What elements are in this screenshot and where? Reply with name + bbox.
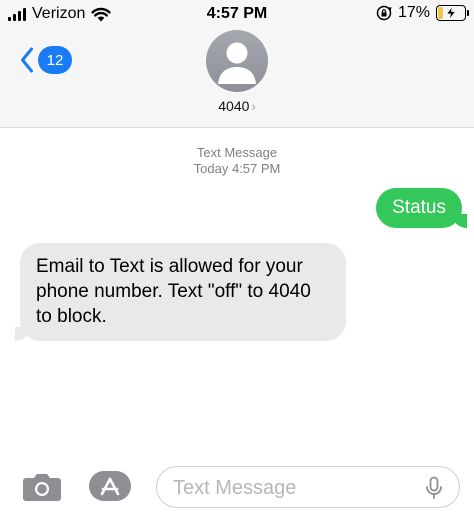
contact-name: 4040 [218, 98, 250, 114]
battery-percent: 17% [397, 4, 430, 21]
message-type-label: Text Message [196, 145, 278, 160]
message-input[interactable] [173, 475, 413, 501]
chevron-right-icon: › [251, 99, 256, 114]
message-compose-field[interactable] [156, 466, 460, 508]
outgoing-message-bubble[interactable]: Status [376, 188, 467, 228]
charging-bolt-icon [445, 5, 457, 21]
message-timestamp-header: Text Message Today 4:57 PM [0, 145, 474, 177]
battery-level [438, 7, 443, 19]
rotation-lock-icon [376, 5, 392, 21]
chevron-left-icon [21, 47, 33, 73]
contact-name-button[interactable]: 4040 › [0, 98, 474, 114]
battery-icon [436, 5, 469, 21]
app-store-icon[interactable] [88, 470, 132, 502]
incoming-message-bubble[interactable]: Email to Text is allowed for your phone … [15, 243, 346, 341]
unread-count-badge: 12 [38, 46, 72, 74]
camera-icon[interactable] [22, 470, 62, 502]
message-date: Today 4:57 PM [193, 161, 281, 176]
conversation-header: Verizon 4:57 PM 17% 12 4040 › [0, 0, 474, 128]
microphone-icon[interactable] [425, 476, 443, 500]
status-right: 17% [376, 4, 469, 22]
back-button[interactable]: 12 [20, 46, 72, 74]
person-silhouette-icon [218, 42, 256, 84]
status-bar: Verizon 4:57 PM 17% [0, 0, 474, 28]
contact-avatar[interactable] [206, 30, 268, 92]
